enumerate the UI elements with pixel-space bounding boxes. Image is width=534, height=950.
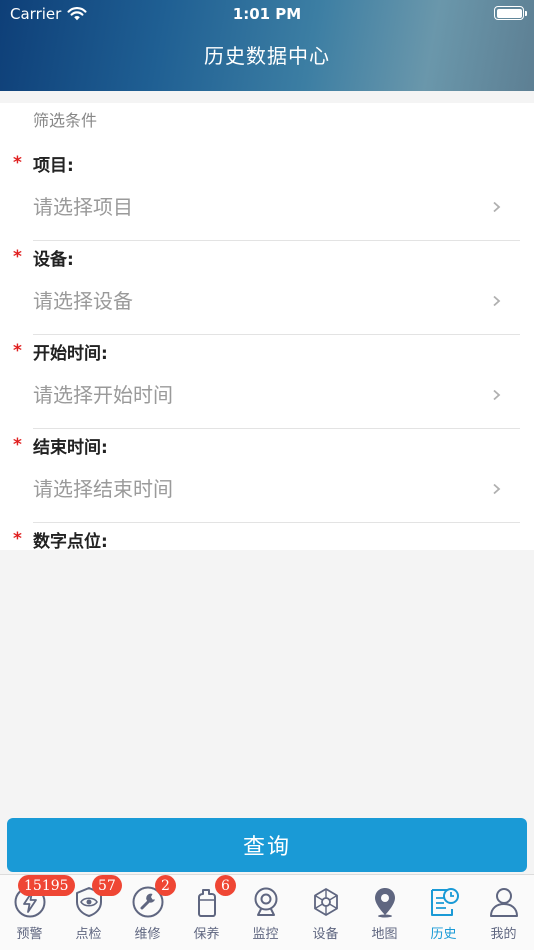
divider [33,522,520,523]
divider [33,240,520,241]
start-time-placeholder: 请选择开始时间 [33,383,173,407]
required-mark: * [13,341,22,361]
tab-label: 保养 [193,927,220,942]
project-label: 项目: [33,156,74,176]
tab-label: 地图 [371,927,398,942]
query-button[interactable]: 查询 [7,818,527,872]
divider [33,334,520,335]
maintenance-count-badge: 6 [215,875,236,896]
webcam-icon [254,887,277,916]
start-time-label: 开始时间: [33,344,108,364]
chevron-right-icon [493,295,501,307]
divider [33,428,520,429]
start-time-picker[interactable]: 请选择开始时间 [0,367,534,422]
required-mark: * [13,435,22,455]
filter-form: 筛选条件 * 项目: 请选择项目 * 设备: 请选择设备 * 开始时间: 请选择… [0,103,534,550]
chevron-right-icon [493,201,501,213]
end-time-placeholder: 请选择结束时间 [33,477,173,501]
history-document-icon [430,888,459,916]
device-placeholder: 请选择设备 [33,289,133,313]
user-icon [489,888,518,917]
map-pin-icon [374,888,395,918]
tab-history[interactable]: 历史 [414,875,473,950]
tab-repair[interactable]: 维修 2 [118,875,177,950]
tab-inspection[interactable]: 点检 57 [59,875,122,950]
status-bar: Carrier 1:01 PM [0,0,534,28]
project-picker[interactable]: 请选择项目 [0,179,534,234]
tab-maintenance[interactable]: 保养 6 [177,875,236,950]
tab-bar: 预警 15195 点检 57 维修 2 保养 6 监控 设备 地图 历史 我的 [0,874,534,950]
clock: 1:01 PM [232,5,302,23]
screen: Carrier 1:01 PM 历史数据中心 筛选条件 * 项目: 请选择项目 [0,0,534,950]
device-picker[interactable]: 请选择设备 [0,273,534,328]
tab-label: 预警 [16,927,43,942]
chevron-right-icon [493,389,501,401]
required-mark: * [13,529,22,549]
page-title: 历史数据中心 [204,44,330,68]
tab-profile[interactable]: 我的 [474,875,533,950]
header: Carrier 1:01 PM 历史数据中心 [0,0,534,91]
required-mark: * [13,247,22,267]
tab-monitor[interactable]: 监控 [236,875,295,950]
tab-warning[interactable]: 预警 15195 [0,875,75,950]
tab-map[interactable]: 地图 [355,875,414,950]
tab-label: 设备 [312,927,339,942]
end-time-label: 结束时间: [33,438,108,458]
tab-label: 历史 [430,927,457,942]
tab-devices[interactable]: 设备 [296,875,355,950]
tab-label: 点检 [75,927,102,942]
tab-label: 我的 [490,927,517,942]
tab-label: 监控 [252,927,279,942]
battery-icon [494,6,527,20]
required-mark: * [13,153,22,173]
device-label: 设备: [33,250,74,270]
project-placeholder: 请选择项目 [33,195,133,219]
end-time-picker[interactable]: 请选择结束时间 [0,461,534,516]
section-title: 筛选条件 [33,111,98,130]
tab-label: 维修 [134,927,161,942]
repair-count-badge: 2 [155,875,176,896]
digital-point-label: 数字点位: [33,532,108,550]
network-icon [313,888,338,916]
chevron-right-icon [493,483,501,495]
